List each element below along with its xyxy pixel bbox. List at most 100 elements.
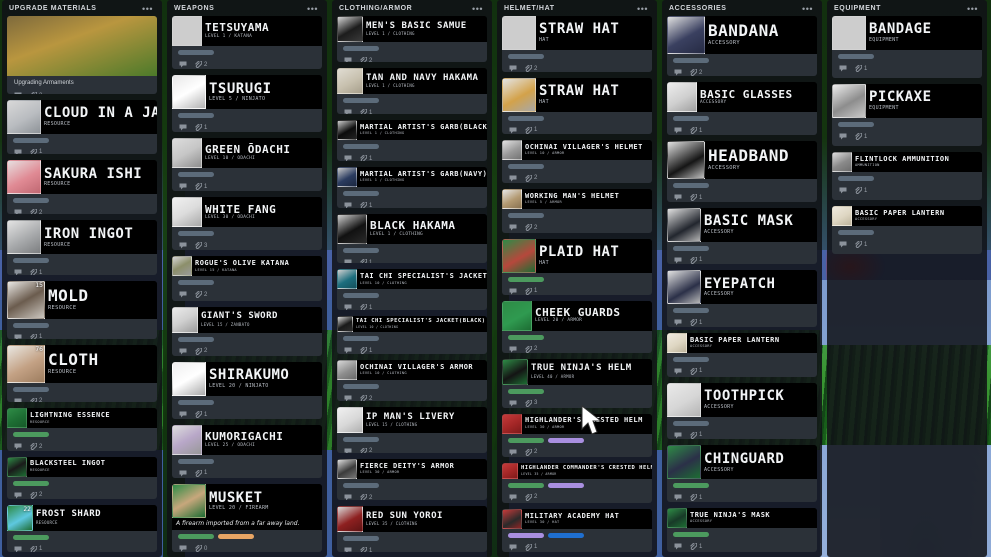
card-label-grey[interactable] (343, 293, 379, 299)
column-menu-icon[interactable]: ••• (800, 4, 815, 13)
card-labels[interactable] (337, 380, 487, 390)
card-labels[interactable] (832, 50, 982, 59)
card-labels[interactable] (502, 434, 652, 443)
card-labels[interactable] (667, 528, 817, 538)
card-labels[interactable] (337, 433, 487, 442)
card-label-grey[interactable] (343, 536, 379, 541)
card-label-grey[interactable] (343, 384, 379, 390)
card[interactable]: WORKING MAN'S HELMET LEVEL 5 / ARMOR 2 (502, 189, 652, 233)
card-labels[interactable] (7, 531, 157, 540)
card[interactable]: CLOUD IN A JAR RESOURCE 1 (7, 99, 157, 155)
card[interactable]: TAI CHI SPECIALIST'S JACKET(BLACK) LEVEL … (337, 316, 487, 355)
card[interactable]: TRUE NINJA'S MASK ACCESSORY 1 (667, 508, 817, 553)
card[interactable]: STRAW HAT HAT 1 (502, 77, 652, 134)
card[interactable]: LIGHTNING ESSENCE RESOURCE 2 (7, 408, 157, 451)
card-label-grey[interactable] (673, 356, 709, 362)
card-labels[interactable] (172, 396, 322, 406)
card[interactable]: OCHINAI VILLAGER'S HELMET LEVEL 10 / ARMO… (502, 139, 652, 184)
card-label-green[interactable] (508, 482, 544, 488)
card-label-grey[interactable] (343, 191, 379, 197)
card-labels[interactable] (502, 273, 652, 282)
card[interactable]: KUMORIGACHI LEVEL 25 / ODACHI 1 (172, 424, 322, 479)
column-title[interactable]: HELMET/HAT (504, 5, 555, 12)
card[interactable]: MILITARY ACADEMY HAT LEVEL 30 / HAT 1 (502, 508, 652, 552)
card-label-grey[interactable] (508, 213, 544, 219)
column-title[interactable]: WEAPONS (174, 5, 214, 12)
column-card-list[interactable]: Upgrading Armaments2CLOUD IN A JARRESOUR… (2, 16, 162, 557)
card-label-grey[interactable] (178, 231, 214, 237)
card[interactable]: STRAW HAT HAT 2 (502, 16, 652, 72)
card[interactable]: 22 FROST SHARD RESOURCE 1 (7, 504, 157, 552)
card[interactable]: BLACKSTEEL INGOT RESOURCE 2 (7, 456, 157, 499)
card-labels[interactable] (667, 353, 817, 362)
card-label-grey[interactable] (673, 116, 709, 122)
card[interactable]: PICKAXE EQUIPMENT 1 (832, 84, 982, 146)
column-helmet-hat[interactable]: HELMET/HAT ••• STRAW HAT HAT 2 STRAW HAT HAT 1 O… (497, 0, 657, 557)
card-label-grey[interactable] (508, 115, 544, 121)
card[interactable]: BASIC PAPER LANTERN ACCESSORY 1 (832, 206, 982, 254)
card-labels[interactable] (7, 319, 157, 328)
card[interactable]: WHITE FANG LEVEL 30 / ODACHI 3 (172, 197, 322, 251)
card[interactable]: TOOTHPICK ACCESSORY 1 (667, 382, 817, 440)
card[interactable]: TETSUYAMA LEVEL 1 / KATANA 2 (172, 16, 322, 70)
card-labels[interactable] (7, 134, 157, 143)
card-label-green[interactable] (13, 480, 49, 486)
card-labels[interactable] (7, 254, 157, 264)
card-label-grey[interactable] (673, 245, 709, 251)
card[interactable]: IP MAN'S LIVERY LEVEL 15 / CLOTHING 2 (337, 406, 487, 454)
card[interactable]: EYEPATCH ACCESSORY 1 (667, 270, 817, 327)
card-labels[interactable] (502, 112, 652, 121)
card-labels[interactable] (172, 46, 322, 55)
card-label-grey[interactable] (343, 336, 379, 342)
card-label-grey[interactable] (508, 163, 544, 169)
column-equipment[interactable]: EQUIPMENT ••• BANDAGE EQUIPMENT 1 PICKAXE EQUI… (827, 0, 987, 557)
card-labels[interactable] (172, 227, 322, 237)
card-label-grey[interactable] (343, 144, 379, 150)
card-labels[interactable] (7, 428, 157, 438)
card-label-grey[interactable] (13, 258, 49, 264)
card-labels[interactable] (172, 168, 322, 178)
card-labels[interactable] (667, 54, 817, 63)
card-labels[interactable] (172, 530, 322, 540)
column-menu-icon[interactable]: ••• (965, 4, 980, 13)
card-label-grey[interactable] (13, 322, 49, 328)
card-labels[interactable] (337, 244, 487, 254)
card[interactable]: HIGHLANDER'S CRESTED HELM LEVEL 30 / ARMO… (502, 413, 652, 457)
column-upgrade-materials[interactable]: UPGRADE MATERIALS ••• Upgrading Armaments 2… (2, 0, 162, 557)
card[interactable]: IRON INGOT RESOURCE 1 (7, 220, 157, 275)
card-labels[interactable] (667, 304, 817, 314)
card-labels[interactable] (832, 172, 982, 181)
card-labels[interactable] (337, 479, 487, 489)
column-clothing-armor[interactable]: CLOTHING/ARMOR ••• MEN'S BASIC SAMUE LEVEL … (332, 0, 492, 557)
card-label-grey[interactable] (838, 230, 874, 235)
card[interactable]: CHINGUARD ACCESSORY 1 (667, 445, 817, 503)
card[interactable]: FIERCE DEITY'S ARMOR LEVEL 30 / ARMOR 2 (337, 459, 487, 500)
card[interactable]: MARTIAL ARTIST'S GARB(NAVY) LEVEL 1 / CLO… (337, 167, 487, 209)
card-label-grey[interactable] (673, 420, 709, 426)
card[interactable]: MEN'S BASIC SAMUE LEVEL 1 / CLOTHING 2 (337, 16, 487, 63)
card[interactable]: BLACK HAKAMA LEVEL 1 / CLOTHING 1 (337, 214, 487, 264)
card[interactable]: RED SUN YOROI LEVEL 35 / CLOTHING 1 (337, 506, 487, 553)
card-labels[interactable] (502, 50, 652, 59)
card-label-orange[interactable] (218, 534, 254, 540)
card[interactable]: SHIRAKUMO LEVEL 20 / NINJATO 1 (172, 362, 322, 419)
card-label-grey[interactable] (13, 198, 49, 204)
card-label-grey[interactable] (343, 98, 379, 104)
column-menu-icon[interactable]: ••• (635, 4, 650, 13)
card-labels[interactable] (502, 331, 652, 340)
card-label-grey[interactable] (508, 54, 544, 59)
card[interactable]: HEADBAND ACCESSORY 1 (667, 141, 817, 202)
card-labels[interactable] (337, 94, 487, 104)
card-labels[interactable] (7, 194, 157, 204)
card-label-grey[interactable] (673, 58, 709, 63)
card-labels[interactable] (337, 289, 487, 299)
card[interactable]: CHEEK GUARDS LEVEL 20 / ARMOR 2 (502, 300, 652, 353)
column-card-list[interactable]: STRAW HAT HAT 2 STRAW HAT HAT 1 OCHINAI VILLAG… (497, 16, 657, 557)
column-card-list[interactable]: BANDAGE EQUIPMENT 1 PICKAXE EQUIPMENT 1 FLINTL… (827, 16, 987, 259)
card-label-green[interactable] (13, 432, 49, 438)
card-labels[interactable] (337, 140, 487, 150)
card-label-green[interactable] (13, 534, 49, 540)
card-labels[interactable] (502, 529, 652, 538)
card[interactable]: SAKURA ISHI RESOURCE 2 (7, 160, 157, 215)
column-card-list[interactable]: TETSUYAMA LEVEL 1 / KATANA 2 TSURUGI LEVEL 5… (167, 16, 327, 557)
